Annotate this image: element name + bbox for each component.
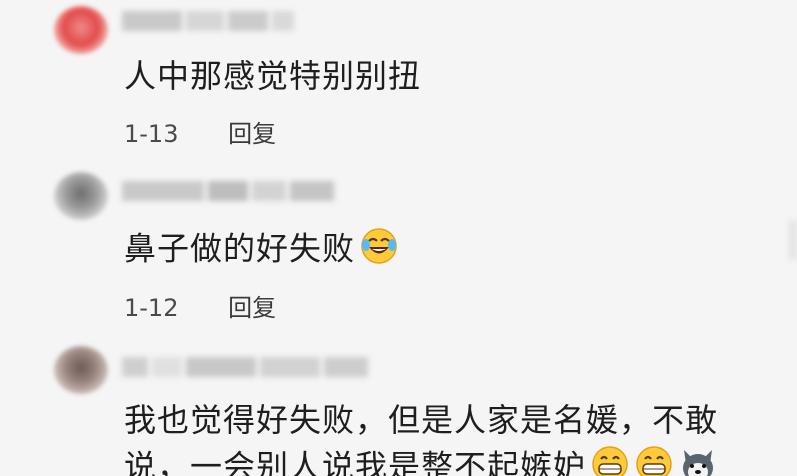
scroll-edge	[789, 220, 797, 260]
avatar[interactable]	[54, 172, 108, 220]
comment-date: 1-13	[124, 120, 179, 148]
avatar[interactable]	[54, 346, 108, 394]
grinning-emoji-icon	[634, 444, 674, 476]
reply-button[interactable]: 回复	[228, 288, 276, 323]
comment-meta: 1-12 回复	[124, 288, 276, 323]
husky-dog-emoji-icon	[678, 444, 718, 476]
comment-date: 1-12	[124, 294, 179, 322]
comment-text-body: 鼻子做的好失败	[124, 229, 356, 268]
grinning-emoji-icon	[590, 444, 630, 476]
avatar[interactable]	[54, 6, 108, 54]
username-blurred[interactable]	[122, 10, 298, 36]
comment-text: 人中那感觉特别别扭	[124, 57, 422, 95]
comment-text-body: 说，一会别人说我是整不起嫉妒	[124, 447, 587, 476]
comment-text-line2: 说，一会别人说我是整不起嫉妒	[124, 444, 718, 476]
comment-text: 鼻子做的好失败	[124, 226, 399, 275]
comment-list: 人中那感觉特别别扭 1-13 回复 鼻子做的好失败 1-12 回复 我也觉得好失…	[0, 0, 797, 476]
comment-meta: 1-13 回复	[124, 114, 276, 149]
username-blurred[interactable]	[122, 356, 372, 382]
username-blurred[interactable]	[122, 180, 338, 206]
comment-text: 我也觉得好失败，但是人家是名媛，不敢	[124, 401, 719, 439]
reply-button[interactable]: 回复	[228, 114, 276, 149]
laughing-tears-emoji-icon	[359, 226, 399, 275]
